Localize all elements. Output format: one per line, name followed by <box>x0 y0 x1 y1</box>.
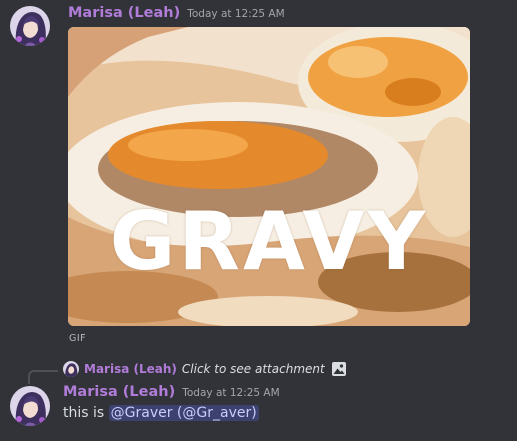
timestamp: Today at 12:25 AM <box>187 8 285 20</box>
username[interactable]: Marisa (Leah) <box>63 384 175 400</box>
message-text: this is <box>63 405 109 421</box>
reply-author[interactable]: Marisa (Leah) <box>84 362 177 376</box>
message-content: this is @Graver (@Gr_aver) <box>63 405 259 421</box>
message-header: Marisa (Leah) Today at 12:25 AM <box>63 384 280 400</box>
reply-content[interactable]: Click to see attachment <box>182 362 325 376</box>
avatar[interactable] <box>10 386 50 426</box>
reply-spine <box>28 370 58 384</box>
reply-preview[interactable]: Marisa (Leah) Click to see attachment <box>63 361 347 377</box>
timestamp: Today at 12:25 AM <box>182 387 280 399</box>
chat-area: Marisa (Leah) Today at 12:25 AM GRAVY GI… <box>0 0 517 441</box>
gif-embed[interactable]: GRAVY <box>68 27 470 326</box>
avatar[interactable] <box>10 6 50 46</box>
image-icon <box>331 361 347 377</box>
gif-caption-text: GRAVY <box>109 195 429 288</box>
message-header: Marisa (Leah) Today at 12:25 AM <box>68 5 285 21</box>
reply-avatar <box>63 361 79 377</box>
gif-badge: GIF <box>69 333 87 344</box>
user-mention[interactable]: @Graver (@Gr_aver) <box>108 405 259 421</box>
username[interactable]: Marisa (Leah) <box>68 5 180 21</box>
